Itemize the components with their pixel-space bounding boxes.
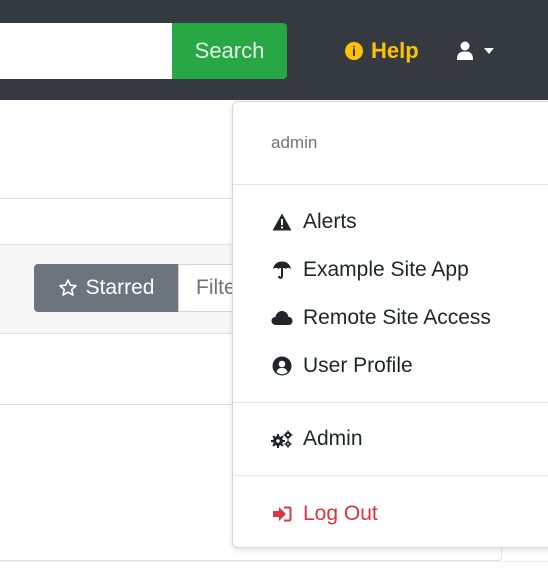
menu-item-user-profile[interactable]: User Profile bbox=[271, 346, 548, 386]
starred-button[interactable]: Starred bbox=[34, 264, 178, 312]
menu-item-example-site-app[interactable]: Example Site App bbox=[271, 250, 548, 290]
menu-item-label: User Profile bbox=[303, 354, 413, 377]
help-link[interactable]: i Help bbox=[345, 37, 419, 65]
top-navbar: Search i Help bbox=[0, 0, 548, 100]
starred-label: Starred bbox=[85, 276, 155, 299]
dropdown-divider bbox=[233, 475, 548, 476]
info-icon: i bbox=[345, 42, 363, 60]
menu-item-label: Log Out bbox=[303, 502, 378, 525]
menu-item-label: Admin bbox=[303, 427, 363, 450]
menu-item-admin[interactable]: Admin bbox=[271, 419, 548, 459]
dropdown-divider bbox=[233, 184, 548, 185]
search-input[interactable] bbox=[0, 23, 172, 79]
dropdown-username: admin bbox=[271, 133, 318, 152]
filter-input[interactable]: Filter bbox=[178, 264, 240, 312]
alert-triangle-icon bbox=[271, 211, 293, 233]
star-icon bbox=[58, 279, 77, 296]
umbrella-icon bbox=[271, 259, 293, 281]
search-button[interactable]: Search bbox=[172, 23, 287, 79]
user-circle-icon bbox=[271, 355, 293, 377]
footer-divider bbox=[0, 561, 548, 562]
user-icon bbox=[457, 41, 473, 60]
menu-item-label: Example Site App bbox=[303, 258, 469, 281]
menu-item-label: Alerts bbox=[303, 210, 357, 233]
sign-out-icon bbox=[271, 503, 293, 525]
cogs-icon bbox=[271, 428, 293, 450]
help-label: Help bbox=[371, 38, 419, 63]
user-dropdown-menu: admin Alerts Example Site App Remote Sit… bbox=[232, 101, 548, 548]
dropdown-divider bbox=[233, 402, 548, 403]
user-menu-toggle[interactable] bbox=[456, 38, 494, 64]
cloud-icon bbox=[271, 307, 293, 329]
menu-item-log-out[interactable]: Log Out bbox=[271, 494, 548, 534]
chevron-down-icon bbox=[484, 48, 494, 54]
menu-item-remote-site-access[interactable]: Remote Site Access bbox=[271, 298, 548, 338]
menu-item-alerts[interactable]: Alerts bbox=[271, 202, 548, 242]
menu-item-label: Remote Site Access bbox=[303, 306, 491, 329]
section-divider bbox=[0, 198, 235, 199]
